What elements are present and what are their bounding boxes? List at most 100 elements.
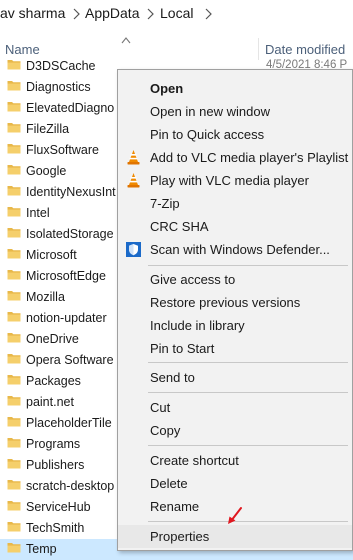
menu-item-7zip[interactable]: 7-Zip bbox=[118, 192, 352, 215]
vlc-cone-icon bbox=[127, 173, 140, 188]
file-name: notion-updater bbox=[26, 311, 107, 325]
file-name: Intel bbox=[26, 206, 50, 220]
file-name: TechSmith bbox=[26, 521, 85, 535]
menu-divider bbox=[148, 265, 348, 266]
file-name: OneDrive bbox=[26, 332, 79, 346]
sort-ascending-icon bbox=[121, 37, 131, 44]
menu-item-label: Send to bbox=[150, 370, 195, 385]
menu-item-delete[interactable]: Delete bbox=[118, 472, 352, 495]
menu-item-label: CRC SHA bbox=[150, 219, 209, 234]
column-date-modified-header[interactable]: Date modified bbox=[265, 42, 345, 57]
menu-item-vlc-playlist[interactable]: Add to VLC media player's Playlist bbox=[118, 146, 352, 169]
menu-item-open[interactable]: Open bbox=[118, 77, 352, 100]
context-menu: Open Open in new window Pin to Quick acc… bbox=[117, 69, 353, 551]
menu-item-label: Delete bbox=[150, 476, 188, 491]
file-name: Programs bbox=[26, 437, 81, 451]
file-name: ElevatedDiagno bbox=[26, 101, 115, 115]
folder-icon bbox=[7, 144, 21, 154]
breadcrumb-item-appdata[interactable]: AppData bbox=[85, 5, 139, 21]
menu-divider bbox=[148, 362, 348, 363]
folder-icon bbox=[7, 186, 21, 196]
menu-item-cut[interactable]: Cut bbox=[118, 396, 352, 419]
red-arrow-annotation bbox=[228, 507, 242, 524]
column-name-header[interactable]: Name bbox=[5, 42, 40, 57]
menu-divider bbox=[148, 392, 348, 393]
menu-item-label: Add to VLC media player's Playlist bbox=[150, 150, 349, 165]
folder-icon bbox=[7, 60, 21, 70]
breadcrumb: av sharma AppData Local bbox=[0, 0, 353, 30]
file-name: Publishers bbox=[26, 458, 85, 472]
folder-icon bbox=[7, 522, 21, 532]
menu-item-pin-quick-access[interactable]: Pin to Quick access bbox=[118, 123, 352, 146]
file-name: Google bbox=[26, 164, 67, 178]
file-name: ServiceHub bbox=[26, 500, 91, 514]
menu-item-label: Copy bbox=[150, 423, 181, 438]
menu-item-include-library[interactable]: Include in library bbox=[118, 314, 352, 337]
folder-icon bbox=[7, 459, 21, 469]
chevron-right-icon[interactable] bbox=[203, 8, 213, 20]
folder-icon bbox=[7, 102, 21, 112]
folder-icon bbox=[7, 207, 21, 217]
file-name: Packages bbox=[26, 374, 81, 388]
folder-icon bbox=[7, 501, 21, 511]
chevron-right-icon[interactable] bbox=[145, 8, 155, 20]
menu-item-label: Rename bbox=[150, 499, 200, 514]
folder-icon bbox=[7, 480, 21, 490]
folder-icon bbox=[7, 543, 21, 553]
menu-item-crc-sha[interactable]: CRC SHA bbox=[118, 215, 352, 238]
file-name: MicrosoftEdge bbox=[26, 269, 106, 283]
menu-item-vlc-play[interactable]: Play with VLC media player bbox=[118, 169, 352, 192]
file-name: IsolatedStorage bbox=[26, 227, 114, 241]
menu-item-label: Create shortcut bbox=[150, 453, 239, 468]
breadcrumb-item-local[interactable]: Local bbox=[160, 5, 193, 21]
menu-divider bbox=[148, 445, 348, 446]
file-name: FileZilla bbox=[26, 122, 70, 136]
folder-icon bbox=[7, 354, 21, 364]
menu-item-label: Include in library bbox=[150, 318, 245, 333]
folder-icon bbox=[7, 312, 21, 322]
chevron-right-icon[interactable] bbox=[71, 8, 81, 20]
folder-icon bbox=[7, 123, 21, 133]
breadcrumb-item-user[interactable]: av sharma bbox=[0, 5, 65, 21]
menu-item-label: Pin to Quick access bbox=[150, 127, 265, 142]
folder-icon bbox=[7, 375, 21, 385]
folder-icon bbox=[7, 291, 21, 301]
folder-icon bbox=[7, 228, 21, 238]
menu-item-label: Cut bbox=[150, 400, 171, 415]
file-name: Temp bbox=[26, 542, 57, 556]
folder-icon bbox=[7, 333, 21, 343]
menu-item-pin-start[interactable]: Pin to Start bbox=[118, 337, 352, 360]
folder-icon bbox=[7, 165, 21, 175]
file-name: D3DSCache bbox=[26, 59, 96, 73]
menu-item-label: Scan with Windows Defender... bbox=[150, 242, 330, 257]
file-name: Microsoft bbox=[26, 248, 77, 262]
file-name: PlaceholderTile bbox=[26, 416, 112, 430]
menu-item-label: Give access to bbox=[150, 272, 236, 287]
folder-icon bbox=[7, 81, 21, 91]
menu-item-copy[interactable]: Copy bbox=[118, 419, 352, 442]
file-name: IdentityNexusInt bbox=[26, 185, 116, 199]
menu-item-label: Properties bbox=[150, 529, 210, 544]
menu-item-restore-versions[interactable]: Restore previous versions bbox=[118, 291, 352, 314]
file-name: Diagnostics bbox=[26, 80, 91, 94]
vlc-cone-icon bbox=[127, 150, 140, 165]
menu-item-defender-scan[interactable]: Scan with Windows Defender... bbox=[118, 238, 352, 261]
menu-item-label: 7-Zip bbox=[150, 196, 180, 211]
menu-item-properties[interactable]: Properties bbox=[118, 525, 352, 548]
menu-divider bbox=[148, 521, 348, 522]
menu-item-send-to[interactable]: Send to bbox=[118, 366, 352, 389]
folder-icon bbox=[7, 396, 21, 406]
menu-item-give-access[interactable]: Give access to bbox=[118, 268, 352, 291]
folder-icon bbox=[7, 270, 21, 280]
menu-item-open-new-window[interactable]: Open in new window bbox=[118, 100, 352, 123]
file-name: Opera Software bbox=[26, 353, 114, 367]
file-name: scratch-desktop bbox=[26, 479, 115, 493]
shield-icon bbox=[126, 242, 141, 257]
menu-item-create-shortcut[interactable]: Create shortcut bbox=[118, 449, 352, 472]
menu-item-label: Play with VLC media player bbox=[150, 173, 309, 188]
menu-item-label: Pin to Start bbox=[150, 341, 215, 356]
file-name: paint.net bbox=[26, 395, 74, 409]
menu-item-label: Open bbox=[150, 81, 184, 96]
menu-item-label: Restore previous versions bbox=[150, 295, 301, 310]
folder-icon bbox=[7, 417, 21, 427]
